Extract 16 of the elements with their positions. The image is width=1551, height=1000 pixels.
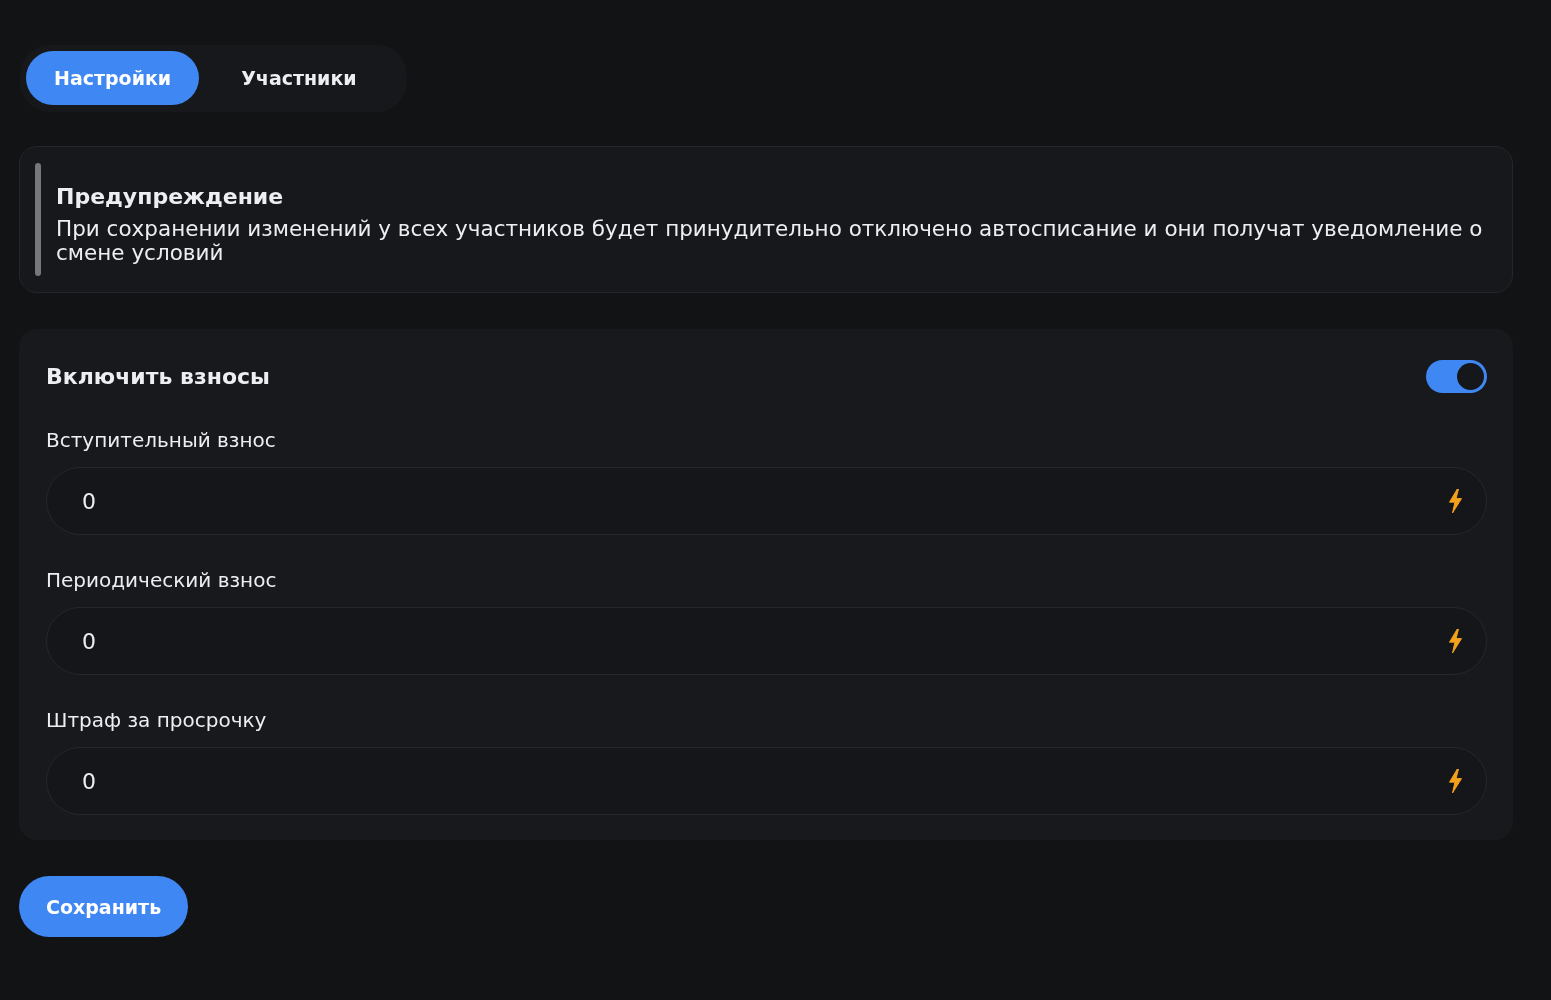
tab[interactable]: Участники	[213, 51, 385, 105]
input-field[interactable]: 0	[46, 467, 1487, 535]
field-label: Периодический взнос	[46, 568, 278, 592]
warning-title: Предупреждение	[56, 184, 285, 210]
field-label: Вступительный взнос	[46, 428, 277, 452]
field-label: Штраф за просрочку	[46, 708, 268, 732]
input-field[interactable]: 0	[46, 747, 1487, 815]
section-title: Включить взносы	[46, 364, 270, 389]
toggle-switch[interactable]	[1426, 360, 1487, 393]
save-button[interactable]: Сохранить	[19, 876, 189, 937]
lightning-icon	[1448, 629, 1463, 653]
warning-text: При сохранении изменений у всех участников будет принудительно отключено автосписание и они получат уведомление о смене условий	[56, 217, 1484, 265]
input-field[interactable]: 0	[46, 607, 1487, 675]
lightning-icon	[1448, 489, 1463, 513]
lightning-icon	[1448, 769, 1463, 793]
tab[interactable]: Настройки	[26, 51, 200, 105]
